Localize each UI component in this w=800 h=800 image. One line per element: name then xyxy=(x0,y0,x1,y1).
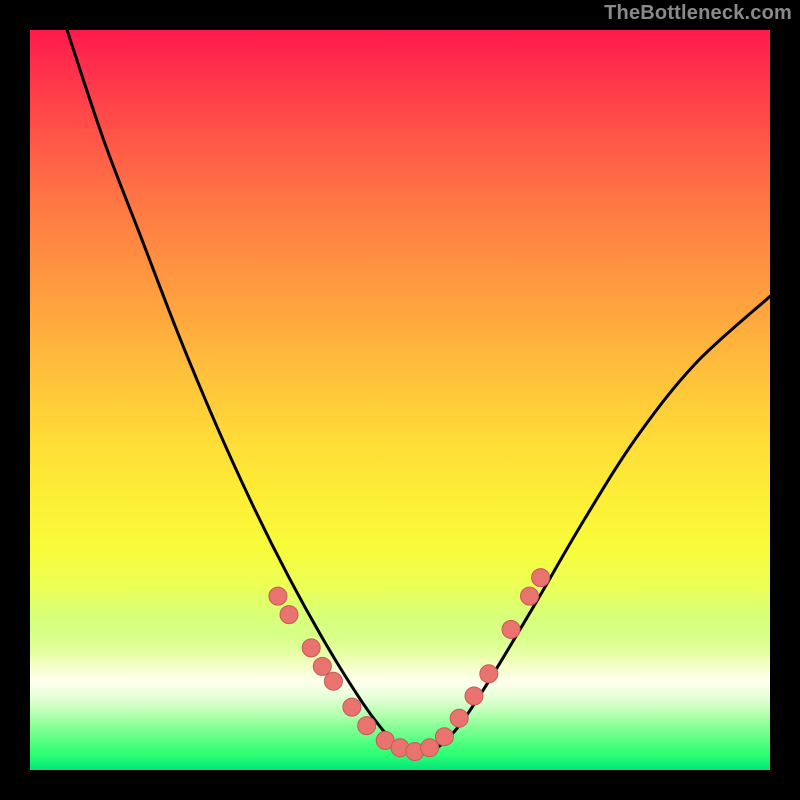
data-point xyxy=(280,606,298,624)
data-point xyxy=(324,672,342,690)
data-point xyxy=(435,728,453,746)
outer-frame: TheBottleneck.com xyxy=(0,0,800,800)
data-point xyxy=(421,739,439,757)
data-point xyxy=(358,717,376,735)
data-point xyxy=(450,709,468,727)
data-point xyxy=(313,657,331,675)
chart-svg xyxy=(30,30,770,770)
data-points-group xyxy=(269,569,550,761)
data-point xyxy=(532,569,550,587)
data-point xyxy=(269,587,287,605)
data-point xyxy=(302,639,320,657)
data-point xyxy=(480,665,498,683)
data-point xyxy=(465,687,483,705)
bottleneck-curve xyxy=(30,0,770,755)
data-point xyxy=(502,620,520,638)
data-point xyxy=(521,587,539,605)
data-point xyxy=(343,698,361,716)
watermark-text: TheBottleneck.com xyxy=(604,2,792,25)
